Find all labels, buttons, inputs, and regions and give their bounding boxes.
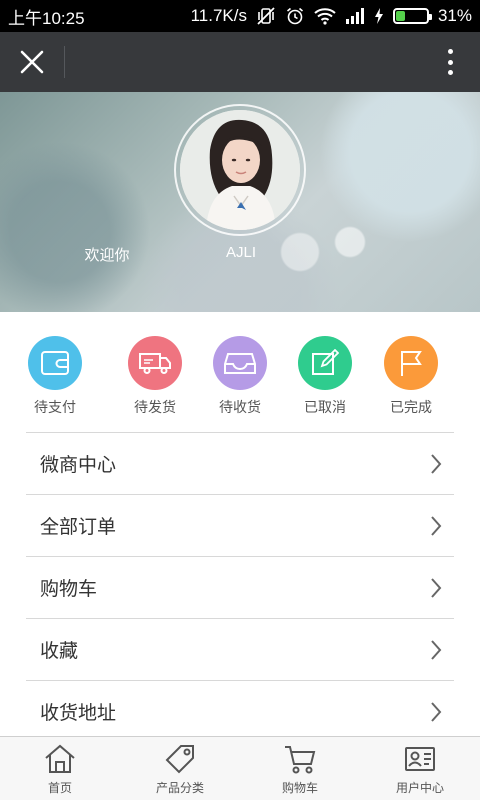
bottom-nav: 首页 产品分类 购物车 用户中心 [0, 736, 480, 800]
order-status-label: 待收货 [219, 400, 261, 416]
nav-label: 首页 [47, 781, 72, 795]
wallet-icon [28, 336, 82, 390]
tag-icon [163, 743, 197, 775]
edit-icon [298, 336, 352, 390]
alarm-icon [285, 6, 305, 26]
wifi-icon [314, 7, 336, 25]
chevron-right-icon [424, 452, 448, 476]
charging-icon [374, 8, 384, 24]
more-vertical-icon [447, 49, 453, 54]
menu-item-label: 收藏 [40, 640, 79, 662]
nav-label: 用户中心 [395, 781, 444, 795]
order-status-label: 待支付 [34, 400, 76, 416]
order-status-pending-shipment[interactable]: 待发货 [110, 336, 200, 417]
battery-level [395, 11, 406, 21]
flag-icon [384, 336, 438, 390]
cart-icon [283, 743, 317, 775]
chevron-right-icon [424, 700, 448, 724]
user-card-icon [403, 743, 437, 775]
order-status-label: 待发货 [134, 400, 176, 416]
chevron-right-icon [424, 638, 448, 662]
menu-item-wechat-store[interactable]: 微商中心 [26, 432, 454, 494]
avatar-frame[interactable] [174, 104, 306, 236]
menu-item-label: 购物车 [40, 578, 98, 600]
menu-item-shipping-address[interactable]: 收货地址 [26, 680, 454, 736]
profile-header: 欢迎你 AJLI [0, 92, 480, 312]
menu-item-label: 全部订单 [40, 516, 117, 538]
order-status-pending-payment[interactable]: 待支付 [10, 336, 100, 417]
status-time: 上午10:25 [8, 8, 85, 28]
nav-label: 产品分类 [155, 781, 204, 795]
status-icons: 11.7K/s 31% [191, 6, 472, 26]
order-status-label: 已取消 [304, 400, 346, 416]
nav-cart[interactable]: 购物车 [240, 737, 360, 800]
nav-user-center[interactable]: 用户中心 [360, 737, 480, 800]
order-status-pending-receipt[interactable]: 待收货 [195, 336, 285, 417]
vibrate-off-icon [256, 6, 276, 26]
menu-item-label: 收货地址 [40, 702, 117, 724]
inbox-icon [213, 336, 267, 390]
signal-icon [345, 8, 365, 24]
menu-item-label: 微商中心 [40, 454, 117, 476]
welcome-text: 欢迎你 [84, 246, 130, 264]
status-bar: 上午10:25 11.7K/s 31% [0, 0, 480, 32]
battery-percent: 31% [437, 6, 472, 25]
title-bar [0, 32, 480, 92]
order-status-label: 已完成 [390, 400, 432, 416]
nav-label: 购物车 [281, 781, 318, 795]
nav-categories[interactable]: 产品分类 [120, 737, 240, 800]
menu-item-cart[interactable]: 购物车 [26, 556, 454, 618]
menu-item-favorites[interactable]: 收藏 [26, 618, 454, 680]
close-button[interactable] [12, 44, 52, 80]
chevron-right-icon [424, 514, 448, 538]
order-status-completed[interactable]: 已完成 [366, 336, 456, 417]
home-icon [43, 743, 77, 775]
username[interactable]: AJLI [196, 244, 286, 261]
avatar [180, 110, 300, 230]
truck-icon [128, 336, 182, 390]
menu-list: 微商中心 全部订单 购物车 收藏 收货地址 [0, 432, 480, 736]
close-icon [20, 50, 44, 74]
menu-item-all-orders[interactable]: 全部订单 [26, 494, 454, 556]
more-options-button[interactable] [438, 46, 462, 78]
nav-home[interactable]: 首页 [0, 737, 120, 800]
title-divider [64, 46, 65, 78]
battery-icon [392, 8, 432, 24]
network-speed: 11.7K/s [190, 6, 247, 25]
chevron-right-icon [424, 576, 448, 600]
order-status-cancelled[interactable]: 已取消 [280, 336, 370, 417]
order-status-row: 待支付 待发货 待收货 已取消 已完成 [0, 312, 480, 432]
